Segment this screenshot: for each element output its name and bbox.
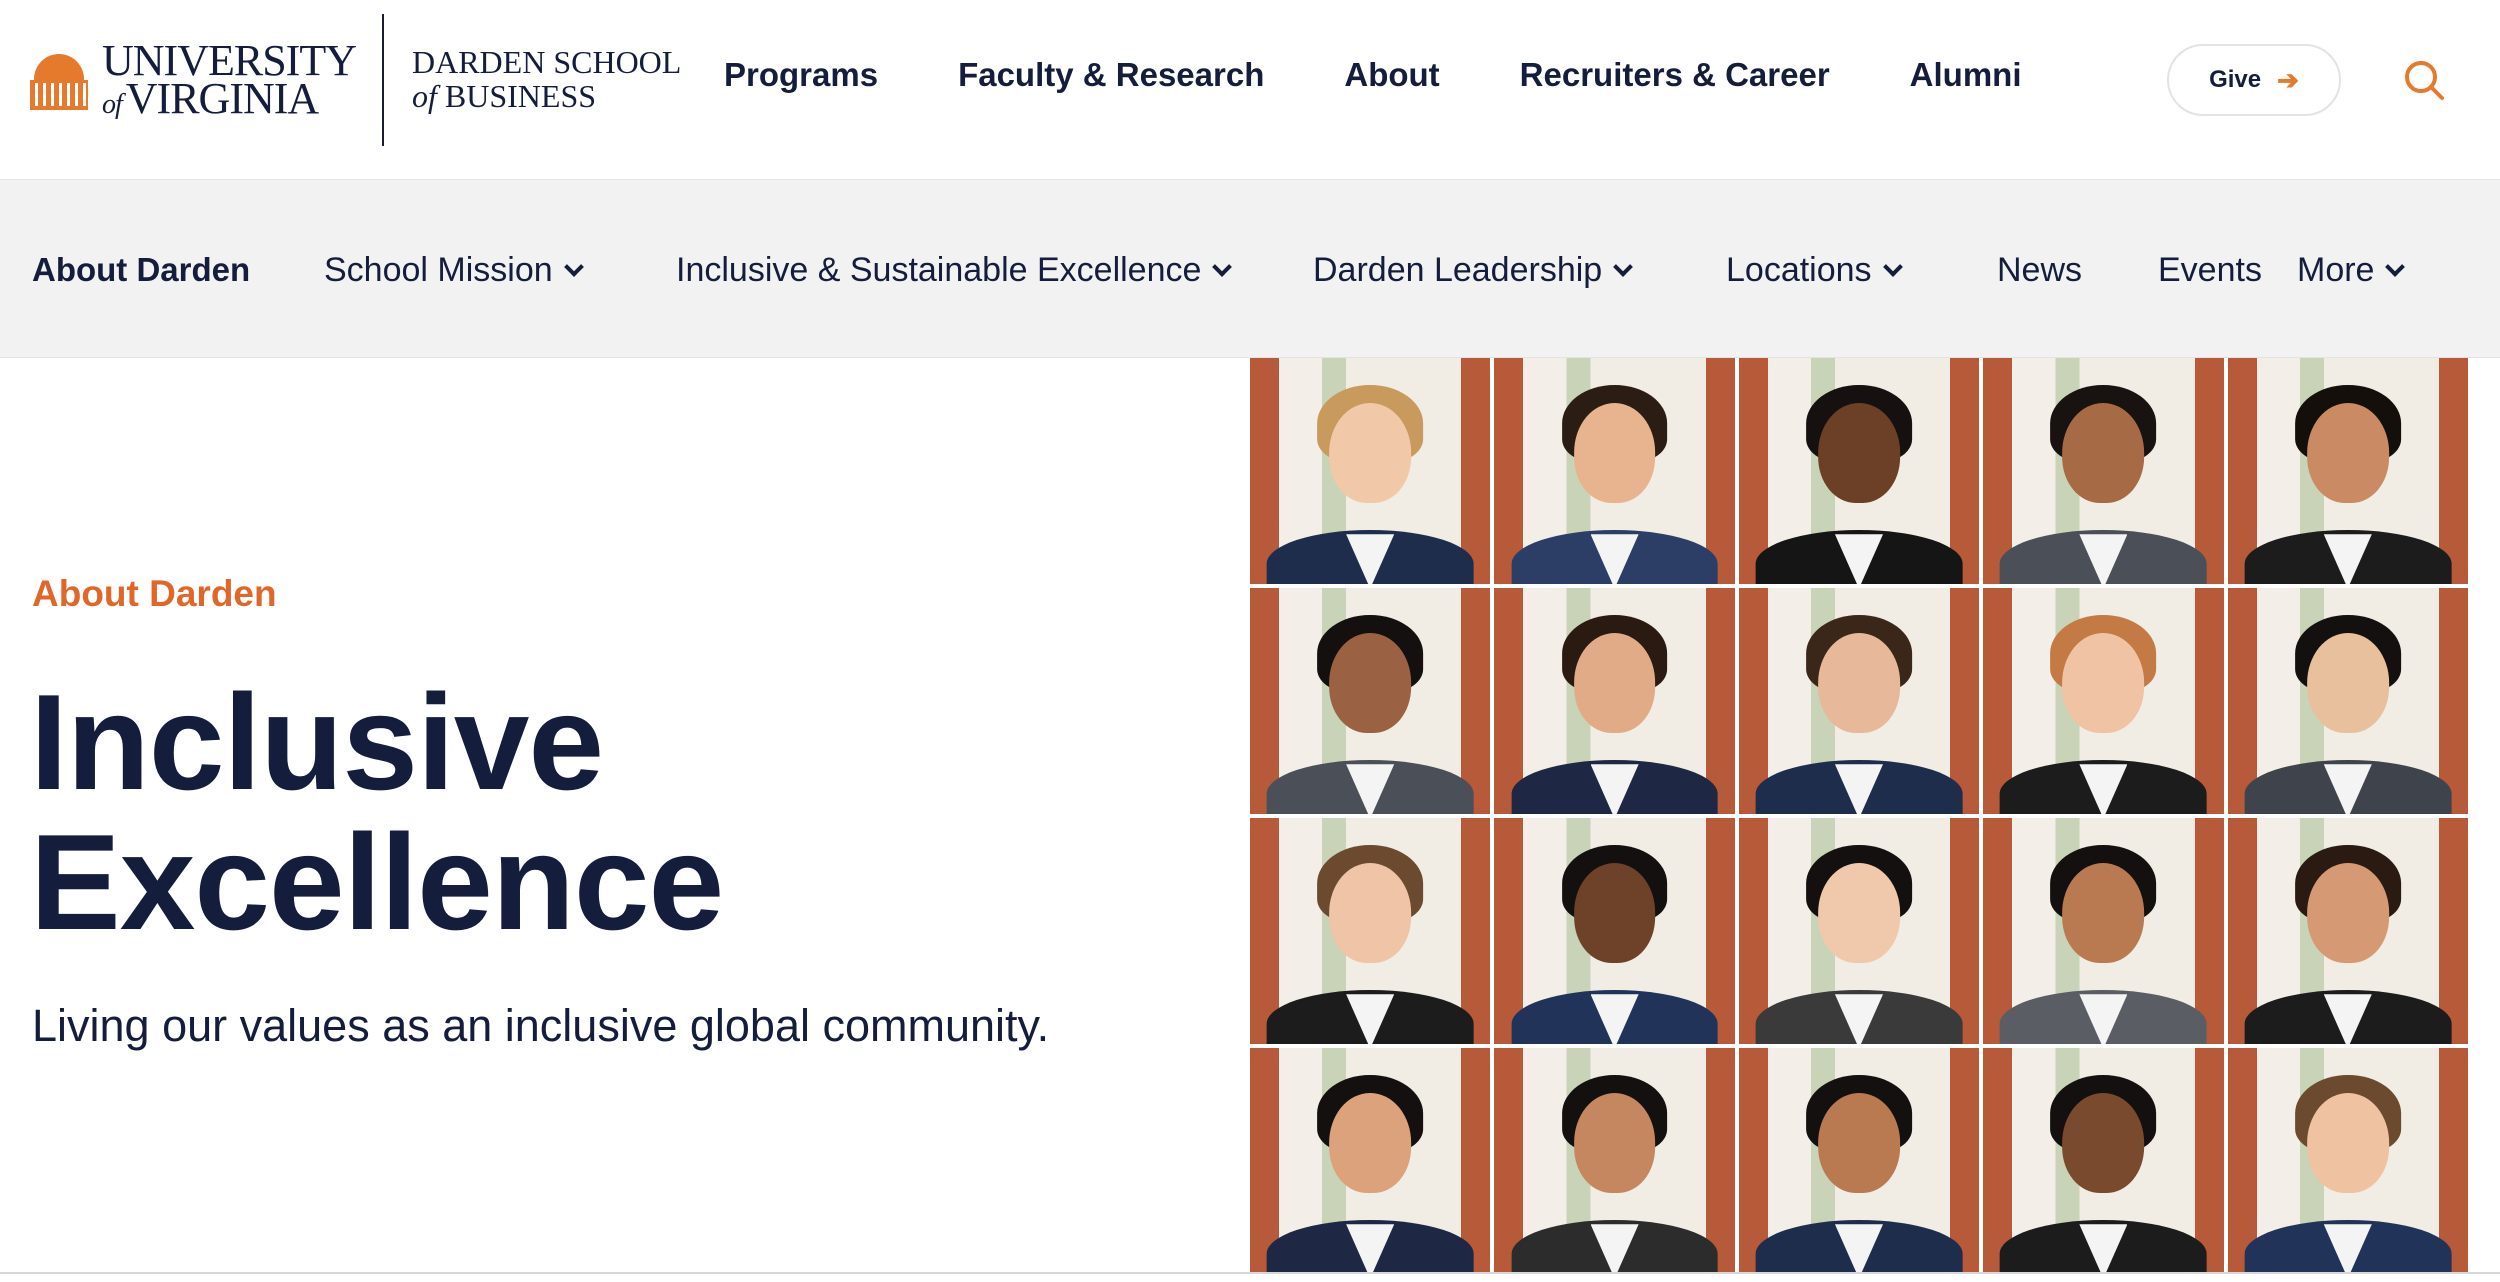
search-button[interactable]: [2402, 58, 2446, 102]
headshot-photo: [1250, 1048, 1491, 1274]
give-button-label: Give: [2209, 66, 2262, 93]
subnav-locations[interactable]: Locations: [1726, 251, 1903, 290]
headshot-photo: [1250, 358, 1491, 584]
section-subnav: About Darden School Mission Inclusive & …: [0, 180, 2500, 358]
chevron-down-icon: [2385, 256, 2406, 277]
page-title: Inclusive Excellence: [30, 672, 1130, 952]
uva-wordmark: UNIVERSITY ofVIRGINIA: [102, 36, 357, 123]
headshot-photo: [1494, 1048, 1735, 1274]
subnav-darden-leadership[interactable]: Darden Leadership: [1313, 251, 1634, 290]
site-header: UNIVERSITY ofVIRGINIA DARDEN SCHOOL of B…: [0, 0, 2500, 180]
headshot-photo: [1983, 588, 2224, 814]
chevron-down-icon: [1882, 256, 1903, 277]
darden-logo-link[interactable]: UNIVERSITY ofVIRGINIA DARDEN SCHOOL of B…: [30, 14, 681, 146]
headshot-photo: [2227, 588, 2468, 814]
headshot-photo: [1494, 818, 1735, 1044]
section-divider: [0, 1272, 2500, 1274]
headshot-photo: [1983, 358, 2224, 584]
subnav-item-label: Inclusive & Sustainable Excellence: [676, 251, 1202, 289]
main-nav-recruiters-career[interactable]: Recruiters & Career: [1520, 56, 1830, 94]
headshot-photo: [1738, 1048, 1980, 1274]
headshot-photo: [1494, 588, 1735, 814]
subnav-item-label: Locations: [1726, 251, 1872, 289]
subnav-more[interactable]: More: [2297, 251, 2406, 290]
headshot-photo: [1738, 818, 1980, 1044]
headshot-photo: [2227, 1048, 2468, 1274]
darden-wordmark: DARDEN SCHOOL of BUSINESS: [411, 44, 682, 114]
subnav-news[interactable]: News: [1997, 251, 2082, 290]
chevron-down-icon: [1613, 256, 1634, 277]
subnav-item-label: News: [1997, 251, 2083, 289]
subnav-item-label: More: [2297, 251, 2375, 289]
headshot-photo: [2227, 358, 2468, 584]
headshot-photo: [1983, 818, 2224, 1044]
arrow-right-icon: ➔: [2277, 64, 2299, 95]
main-nav: Programs Faculty & Research About Recrui…: [724, 56, 2022, 94]
main-nav-about[interactable]: About: [1344, 56, 1439, 94]
page-title-line1: Inclusive: [30, 666, 604, 818]
subnav-school-mission[interactable]: School Mission: [324, 251, 584, 290]
subnav-item-label: Darden Leadership: [1313, 251, 1603, 289]
main-nav-faculty-research[interactable]: Faculty & Research: [958, 56, 1264, 94]
headshot-photo: [1983, 1048, 2224, 1274]
hero-eyebrow: About Darden: [32, 573, 277, 614]
headshot-photo: [1738, 588, 1980, 814]
subnav-events[interactable]: Events: [2158, 251, 2262, 290]
chevron-down-icon: [563, 256, 584, 277]
headshot-photo: [1494, 358, 1735, 584]
headshot-photo: [2227, 818, 2468, 1044]
hero-subtitle: Living our values as an inclusive global…: [32, 1000, 1050, 1051]
headshot-photo: [1738, 358, 1980, 584]
rotunda-logo-icon: [30, 50, 88, 110]
subnav-inclusive-sustainable-excellence[interactable]: Inclusive & Sustainable Excellence: [676, 251, 1233, 290]
search-icon: [2405, 61, 2444, 100]
logo-divider: [381, 14, 384, 146]
chevron-down-icon: [1212, 256, 1233, 277]
page-title-line2: Excellence: [30, 806, 724, 958]
subnav-item-label: School Mission: [324, 251, 553, 289]
main-nav-alumni[interactable]: Alumni: [1910, 56, 2022, 94]
main-nav-programs[interactable]: Programs: [724, 56, 878, 94]
subnav-title[interactable]: About Darden: [32, 251, 250, 289]
headshot-photo: [1250, 818, 1491, 1044]
headshot-photo: [1250, 588, 1491, 814]
give-button[interactable]: Give ➔: [2167, 44, 2341, 116]
subnav-item-label: Events: [2158, 251, 2262, 289]
headshot-photo-grid: [1250, 358, 2468, 1274]
